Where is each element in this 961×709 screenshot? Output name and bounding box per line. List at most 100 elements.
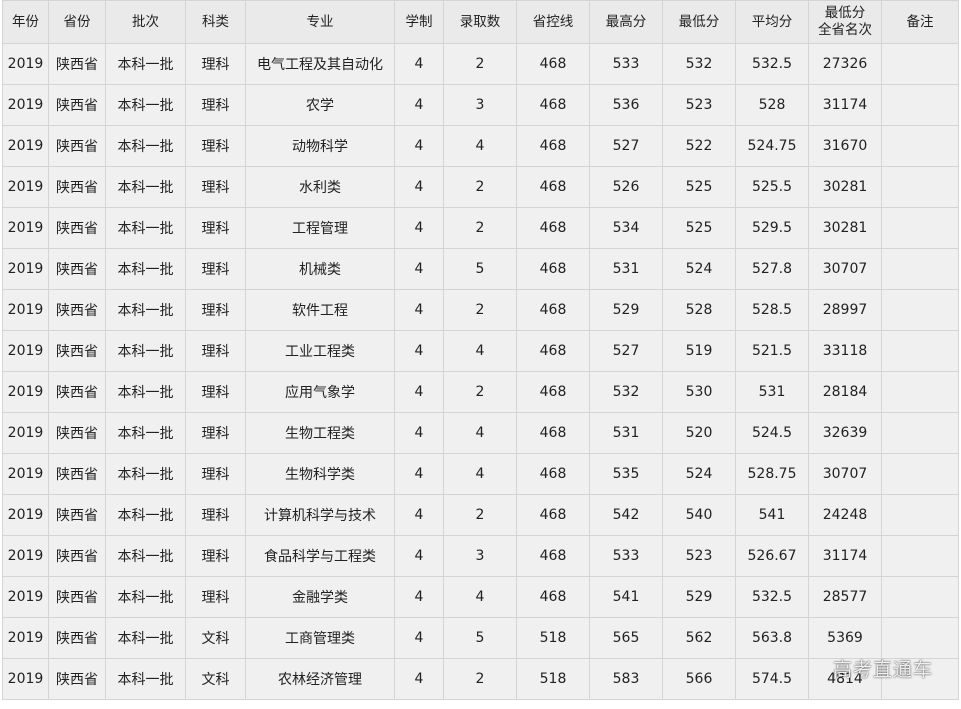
cell-category: 文科 [185,617,246,659]
cell-control-line: 468 [516,330,590,372]
cell-min-score: 525 [662,166,736,208]
cell-batch: 本科一批 [105,125,186,167]
cell-avg-score: 532.5 [735,43,809,85]
cell-major: 机械类 [245,248,395,290]
cell-province: 陕西省 [48,43,106,85]
cell-avg-score: 528.5 [735,289,809,331]
table-row[interactable]: 2019 陕西省 本科一批 理科 生物工程类 4 4 468 531 520 524.5 32639 [2,412,959,454]
cell-province: 陕西省 [48,289,106,331]
cell-year: 2019 [2,166,49,208]
header-category[interactable]: 科类 [185,0,246,44]
header-enrolled[interactable]: 录取数 [443,0,517,44]
table-row[interactable]: 2019 陕西省 本科一批 理科 生物科学类 4 4 468 535 524 528.75 30707 [2,453,959,495]
cell-min-score: 532 [662,43,736,85]
table-row[interactable]: 2019 陕西省 本科一批 理科 食品科学与工程类 4 3 468 533 523 526.67 31… [2,535,959,577]
cell-avg-score: 529.5 [735,207,809,249]
table-row[interactable]: 2019 陕西省 本科一批 理科 工业工程类 4 4 468 527 519 521.5 33118 [2,330,959,372]
table-row[interactable]: 2019 陕西省 本科一批 理科 金融学类 4 4 468 541 529 532.5 28577 [2,576,959,618]
cell-max-score: 532 [589,371,663,413]
cell-batch: 本科一批 [105,494,186,536]
header-province[interactable]: 省份 [48,0,106,44]
cell-notes [881,166,959,208]
cell-max-score: 583 [589,658,663,700]
cell-control-line: 468 [516,289,590,331]
table-row[interactable]: 2019 陕西省 本科一批 文科 农林经济管理 4 2 518 583 566 574.5 4814 [2,658,959,700]
cell-min-rank: 5369 [808,617,882,659]
cell-year: 2019 [2,658,49,700]
cell-category: 理科 [185,535,246,577]
table-row[interactable]: 2019 陕西省 本科一批 文科 工商管理类 4 5 518 565 562 563.8 5369 [2,617,959,659]
cell-notes [881,658,959,700]
cell-duration: 4 [394,166,444,208]
cell-avg-score: 574.5 [735,658,809,700]
cell-year: 2019 [2,617,49,659]
cell-province: 陕西省 [48,453,106,495]
cell-year: 2019 [2,207,49,249]
cell-avg-score: 524.75 [735,125,809,167]
header-notes[interactable]: 备注 [881,0,959,44]
header-min-rank[interactable]: 最低分 全省名次 [808,0,882,44]
cell-enrolled: 5 [443,248,517,290]
cell-duration: 4 [394,84,444,126]
cell-province: 陕西省 [48,330,106,372]
cell-major: 水利类 [245,166,395,208]
cell-min-rank: 30707 [808,453,882,495]
cell-control-line: 468 [516,576,590,618]
cell-min-rank: 32639 [808,412,882,454]
cell-min-rank: 31174 [808,84,882,126]
header-avg-score[interactable]: 平均分 [735,0,809,44]
cell-notes [881,494,959,536]
cell-enrolled: 2 [443,371,517,413]
table-header-row: 年份 省份 批次 科类 专业 学制 录取数 省控线 最高分 最低分 平均分 最低… [2,0,959,44]
cell-min-rank: 28997 [808,289,882,331]
cell-duration: 4 [394,412,444,454]
cell-batch: 本科一批 [105,248,186,290]
cell-avg-score: 531 [735,371,809,413]
cell-max-score: 535 [589,453,663,495]
cell-control-line: 468 [516,412,590,454]
cell-min-rank: 28577 [808,576,882,618]
cell-control-line: 518 [516,617,590,659]
cell-min-score: 528 [662,289,736,331]
header-major[interactable]: 专业 [245,0,395,44]
cell-control-line: 468 [516,166,590,208]
cell-max-score: 527 [589,330,663,372]
header-min-score[interactable]: 最低分 [662,0,736,44]
header-max-score[interactable]: 最高分 [589,0,663,44]
cell-duration: 4 [394,248,444,290]
table-row[interactable]: 2019 陕西省 本科一批 理科 工程管理 4 2 468 534 525 529.5 30281 [2,207,959,249]
cell-enrolled: 4 [443,125,517,167]
cell-major: 软件工程 [245,289,395,331]
cell-control-line: 468 [516,207,590,249]
cell-batch: 本科一批 [105,371,186,413]
cell-major: 生物科学类 [245,453,395,495]
cell-category: 理科 [185,43,246,85]
cell-notes [881,289,959,331]
header-control-line[interactable]: 省控线 [516,0,590,44]
cell-notes [881,248,959,290]
table-row[interactable]: 2019 陕西省 本科一批 理科 水利类 4 2 468 526 525 525.5 30281 [2,166,959,208]
cell-avg-score: 521.5 [735,330,809,372]
cell-category: 理科 [185,412,246,454]
table-row[interactable]: 2019 陕西省 本科一批 理科 农学 4 3 468 536 523 528 31174 [2,84,959,126]
cell-avg-score: 524.5 [735,412,809,454]
table-row[interactable]: 2019 陕西省 本科一批 理科 动物科学 4 4 468 527 522 524.75 31670 [2,125,959,167]
table-row[interactable]: 2019 陕西省 本科一批 理科 机械类 4 5 468 531 524 527.8 30707 [2,248,959,290]
header-batch[interactable]: 批次 [105,0,186,44]
header-duration[interactable]: 学制 [394,0,444,44]
cell-category: 文科 [185,658,246,700]
table-row[interactable]: 2019 陕西省 本科一批 理科 应用气象学 4 2 468 532 530 531 28184 [2,371,959,413]
cell-batch: 本科一批 [105,576,186,618]
cell-notes [881,535,959,577]
cell-duration: 4 [394,43,444,85]
cell-province: 陕西省 [48,617,106,659]
table-row[interactable]: 2019 陕西省 本科一批 理科 电气工程及其自动化 4 2 468 533 532 532.5 27… [2,43,959,85]
table-row[interactable]: 2019 陕西省 本科一批 理科 计算机科学与技术 4 2 468 542 540 541 24248 [2,494,959,536]
header-year[interactable]: 年份 [2,0,49,44]
cell-avg-score: 532.5 [735,576,809,618]
cell-batch: 本科一批 [105,43,186,85]
table-row[interactable]: 2019 陕西省 本科一批 理科 软件工程 4 2 468 529 528 528.5 28997 [2,289,959,331]
cell-enrolled: 2 [443,658,517,700]
cell-year: 2019 [2,371,49,413]
cell-category: 理科 [185,576,246,618]
